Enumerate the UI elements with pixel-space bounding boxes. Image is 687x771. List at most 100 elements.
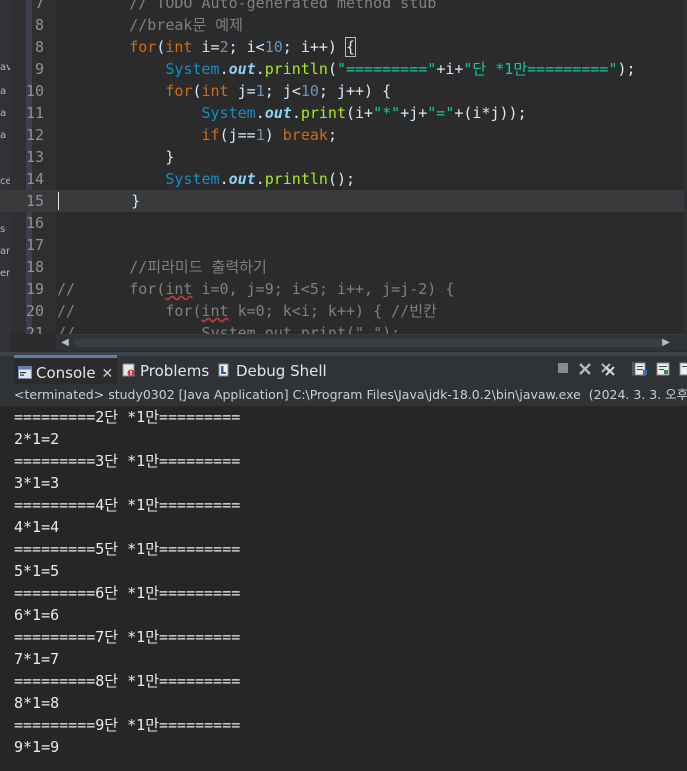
code-token: out [228,170,256,188]
code-token: ; j< [264,82,301,100]
code-line[interactable]: 11 System.out.print(i+"*"+j+"="+(i*j)); [0,102,687,124]
scroll-left-icon[interactable]: ◀ [58,335,72,351]
code-token: (i+ [346,104,374,122]
console-output-line: 7*1=7 [14,650,60,668]
line-number: 8 [34,38,44,56]
debug-shell-icon [218,357,232,377]
console-output-line: 8*1=8 [14,694,60,712]
code-line[interactable]: 18 //피라미드 출력하기 [0,256,687,278]
code-line[interactable]: 17 [0,234,687,256]
line-number: 20 [25,302,44,320]
code-token: { [344,37,357,57]
code-token: // for( [57,302,202,320]
code-text: for(int j=1; j<10; j++) { [57,80,391,102]
terminate-icon[interactable] [556,362,570,376]
code-token: } [58,192,141,210]
code-token: j= [228,82,256,100]
code-line[interactable]: 8 for(int i=2; i<10; i++) { [0,36,687,58]
scroll-right-icon[interactable]: ▶ [659,335,673,351]
code-text: if(j==1) break; [57,124,337,146]
code-token: ; j++) { [318,82,392,100]
console-output-line: 4*1=4 [14,518,60,536]
code-line[interactable]: 12 if(j==1) break; [0,124,687,146]
code-token: "=" [427,104,455,122]
code-token: . [219,60,229,78]
code-line[interactable]: 20 // for(int k=0; k<i; k++) { //빈칸 [0,300,687,322]
code-editor[interactable]: 7 // TODO Auto-generated method stub 8 //… [0,0,687,334]
code-line[interactable]: 16 [0,212,687,234]
console-output-line: =========7단 *1만========= [14,628,241,646]
editor-horizontal-scrollbar[interactable]: ◀ ▶ [56,334,687,351]
code-token: if [201,126,220,144]
line-number: 19 [25,280,44,298]
code-token: System [201,104,256,122]
scrollbar-thumb[interactable] [74,339,664,347]
code-token: //피라미드 출력하기 [57,258,267,276]
code-token: 1 [255,82,265,100]
close-icon[interactable]: ✕ [102,366,114,382]
console-output-line: 3*1=3 [14,474,60,492]
code-text: // System.out.print(" "); [57,322,400,334]
code-line[interactable]: 9 System.out.println("========="+i+"단 *1… [0,58,687,80]
code-token: . [255,170,265,188]
code-token: "*" [373,104,401,122]
code-token: ( [192,82,202,100]
tab-problems[interactable]: Problems [118,356,213,384]
code-line[interactable]: 15 } [0,190,687,212]
code-text: // TODO Auto-generated method stub [57,0,436,14]
code-line[interactable]: 21 // System.out.print(" "); [0,322,687,334]
code-token: "=========" [336,60,437,78]
console-output-line: =========2단 *1만========= [14,408,241,426]
code-token: } [57,148,175,166]
code-text: // for(int k=0; k<i; k++) { //빈칸 [57,300,437,322]
code-token: ; [327,126,337,144]
code-token: . [291,104,301,122]
code-text: // for(int i=0, j=9; i<5; i++, j=j-2) { [57,278,454,300]
code-line[interactable]: 8 //break문 예제 [0,14,687,36]
line-number: 8 [34,16,44,34]
code-token: int [201,82,229,100]
code-token: 1 [255,126,265,144]
console-output-line: =========5단 *1만========= [14,540,241,558]
console-output-line: =========4단 *1만========= [14,496,241,514]
code-token: break [282,126,328,144]
code-token: 2 [219,38,229,56]
code-text: } [57,190,141,212]
code-line[interactable]: 14 System.out.println(); [0,168,687,190]
code-token: ; i++) [282,38,346,56]
code-token: for [129,38,157,56]
code-text: System.out.print(i+"*"+j+"="+(i*j)); [57,102,527,124]
remove-launch-icon[interactable] [578,362,592,376]
line-number: 17 [25,236,44,254]
pin-console-icon[interactable] [678,362,687,376]
code-text: for(int i=2; i<10; i++) { [57,36,357,58]
code-token: System [165,170,220,188]
code-line[interactable]: 19 // for(int i=0, j=9; i<5; i++, j=j-2) … [0,278,687,300]
console-icon [18,359,32,379]
code-line[interactable]: 7 // TODO Auto-generated method stub [0,0,687,14]
code-token: println [264,60,328,78]
scroll-lock-icon[interactable] [634,362,648,376]
remove-all-icon[interactable] [600,362,615,376]
code-token: int [165,38,193,56]
code-token: i=0, j=9; i<5; i++, j=j-2) { [192,280,455,298]
console-output[interactable]: =========2단 *1만========= 2*1=2 =========3단… [0,406,687,771]
code-token: +(i*j)); [454,104,527,122]
code-token: println [264,170,328,188]
code-line[interactable]: 13 } [0,146,687,168]
tab-debug-shell-label: Debug Shell [236,362,327,380]
tab-debug-shell[interactable]: Debug Shell [214,356,331,384]
console-output-line: 6*1=6 [14,606,60,624]
console-status-line: <terminated> study0302 [Java Application… [0,384,687,406]
code-text: System.out.println("========="+i+"단 *1만=… [57,58,635,80]
code-token: . [219,170,229,188]
line-number: 14 [25,170,44,188]
code-line[interactable]: 10 for(int j=1; j<10; j++) { [0,80,687,102]
tab-console-label: Console [36,364,96,382]
code-token: // System.out.print(" "); [57,324,401,334]
tab-problems-label: Problems [140,362,210,380]
tab-console[interactable]: Console ✕ [14,355,118,387]
word-wrap-icon[interactable] [656,362,670,376]
